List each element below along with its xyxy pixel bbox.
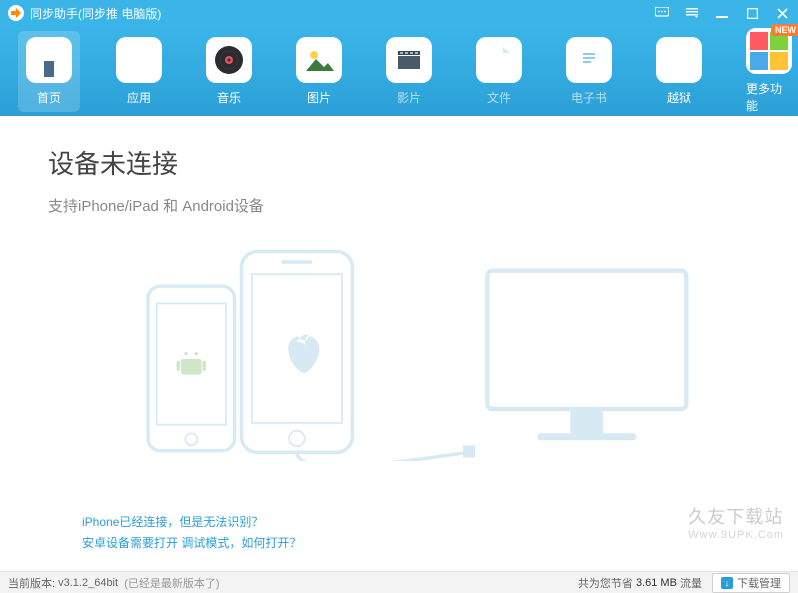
- ebook-icon: [566, 37, 612, 83]
- file-icon: [476, 37, 522, 83]
- tab-apps[interactable]: 应用: [108, 31, 170, 112]
- tab-pictures[interactable]: 图片: [288, 31, 350, 112]
- page-subtitle: 支持iPhone/iPad 和 Android设备: [48, 195, 750, 216]
- version-note: (已经是最新版本了): [124, 575, 219, 591]
- device-illustration: [0, 236, 798, 461]
- watermark-line1: 久友下载站: [688, 507, 783, 527]
- link-iphone-unrecognized[interactable]: iPhone已经连接，但是无法识别？: [82, 513, 301, 530]
- tab-label: 图片: [307, 89, 331, 106]
- tab-ebooks[interactable]: 电子书: [558, 31, 620, 112]
- app-title: 同步助手(同步推 电脑版): [30, 5, 654, 22]
- link-android-debug[interactable]: 安卓设备需要打开 调试模式，如何打开？: [82, 534, 301, 551]
- status-bar: 当前版本: v3.1.2_64bit (已经是最新版本了) 共为您节省 3.61…: [0, 571, 798, 593]
- tab-files[interactable]: 文件: [468, 31, 530, 112]
- store-icon: [26, 37, 72, 83]
- help-links: iPhone已经连接，但是无法识别？ 安卓设备需要打开 调试模式，如何打开？: [82, 513, 301, 555]
- download-icon: ↓: [721, 577, 733, 589]
- tab-label: 首页: [37, 89, 61, 106]
- feedback-icon[interactable]: [654, 5, 670, 21]
- menu-dropdown-icon[interactable]: [684, 5, 700, 21]
- close-button[interactable]: [774, 5, 790, 21]
- window-controls: [654, 5, 790, 21]
- app-logo-icon: [8, 5, 24, 21]
- download-manager-label: 下载管理: [737, 575, 781, 591]
- music-disc-icon: [206, 37, 252, 83]
- tab-jailbreak[interactable]: 越狱: [648, 31, 710, 112]
- tab-label: 影片: [397, 89, 421, 106]
- version-value: v3.1.2_64bit: [58, 577, 118, 589]
- watermark: 久友下载站 Www.9UPK.Com: [688, 503, 784, 541]
- title-bar: 同步助手(同步推 电脑版): [0, 0, 798, 26]
- tab-home[interactable]: 首页: [18, 31, 80, 112]
- tab-label: 文件: [487, 89, 511, 106]
- main-toolbar: 首页 应用 音乐 图片 影片 文件 电子书: [0, 26, 798, 116]
- maximize-button[interactable]: [744, 5, 760, 21]
- tab-music[interactable]: 音乐: [198, 31, 260, 112]
- tab-label: 应用: [127, 89, 151, 106]
- saved-prefix: 共为您节省: [578, 575, 633, 591]
- watermark-line2: Www.9UPK.Com: [688, 529, 784, 541]
- tab-label: 音乐: [217, 89, 241, 106]
- picture-icon: [296, 37, 342, 83]
- pineapple-icon: [656, 37, 702, 83]
- new-badge: NEW: [771, 24, 798, 36]
- film-icon: [386, 37, 432, 83]
- tab-label: 越狱: [667, 89, 691, 106]
- tab-label: 电子书: [571, 89, 607, 106]
- tab-more[interactable]: NEW 更多功能: [738, 22, 798, 120]
- tab-label: 更多功能: [746, 80, 792, 114]
- minimize-button[interactable]: [714, 5, 730, 21]
- page-heading: 设备未连接: [48, 144, 750, 181]
- tab-movies[interactable]: 影片: [378, 31, 440, 112]
- saved-suffix: 流量: [680, 575, 702, 591]
- version-label: 当前版本:: [8, 575, 55, 591]
- saved-amount: 3.61 MB: [636, 577, 677, 589]
- content-area: 设备未连接 支持iPhone/iPad 和 Android设备: [0, 116, 798, 571]
- download-manager-button[interactable]: ↓ 下载管理: [712, 573, 790, 593]
- appstore-icon: [116, 37, 162, 83]
